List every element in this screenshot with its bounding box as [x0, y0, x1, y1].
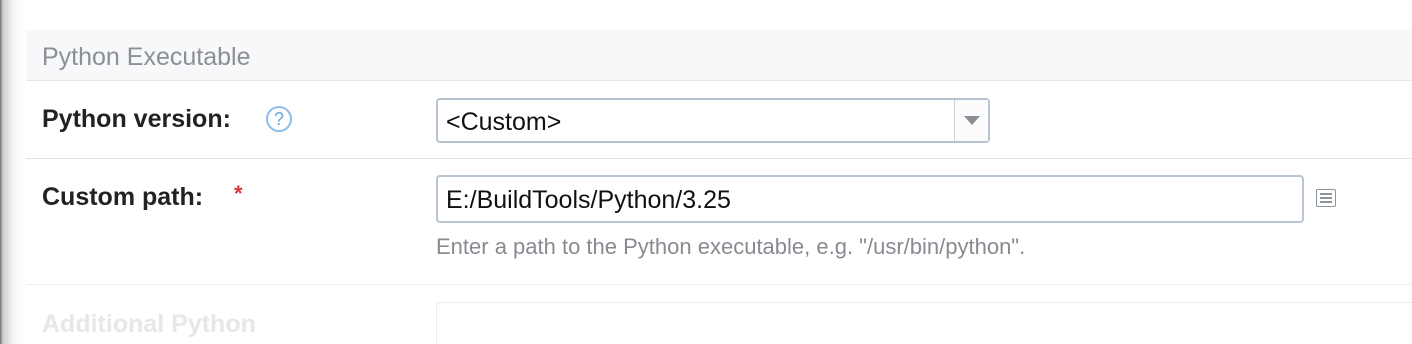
- dialog-shadow: [0, 0, 26, 344]
- top-band: [0, 0, 1412, 30]
- python-version-label: Python version:: [42, 105, 231, 133]
- section-header: Python Executable: [26, 30, 1412, 81]
- custom-path-value: E:/BuildTools/Python/3.25: [446, 186, 731, 214]
- settings-panel: Python Executable Python version: ? <Cus…: [26, 30, 1412, 344]
- python-version-select[interactable]: <Custom>: [436, 98, 990, 143]
- python-version-row: Python version: ? <Custom>: [26, 81, 1412, 159]
- dropdown-arrow-button[interactable]: [954, 100, 988, 141]
- additional-python-label: Additional Python: [42, 310, 256, 338]
- custom-path-label: Custom path:: [42, 183, 204, 211]
- additional-python-input[interactable]: [436, 302, 1412, 344]
- custom-path-input[interactable]: E:/BuildTools/Python/3.25: [436, 175, 1304, 223]
- chevron-down-icon: [964, 116, 980, 125]
- additional-python-row: Additional Python: [26, 285, 1412, 344]
- required-marker: *: [234, 181, 243, 206]
- python-version-selected: <Custom>: [446, 108, 562, 136]
- help-icon[interactable]: ?: [266, 106, 292, 132]
- custom-path-hint: Enter a path to the Python executable, e…: [436, 234, 1026, 259]
- section-title: Python Executable: [42, 43, 251, 71]
- custom-path-row: Custom path: * E:/BuildTools/Python/3.25…: [26, 159, 1412, 285]
- list-icon[interactable]: [1316, 189, 1336, 207]
